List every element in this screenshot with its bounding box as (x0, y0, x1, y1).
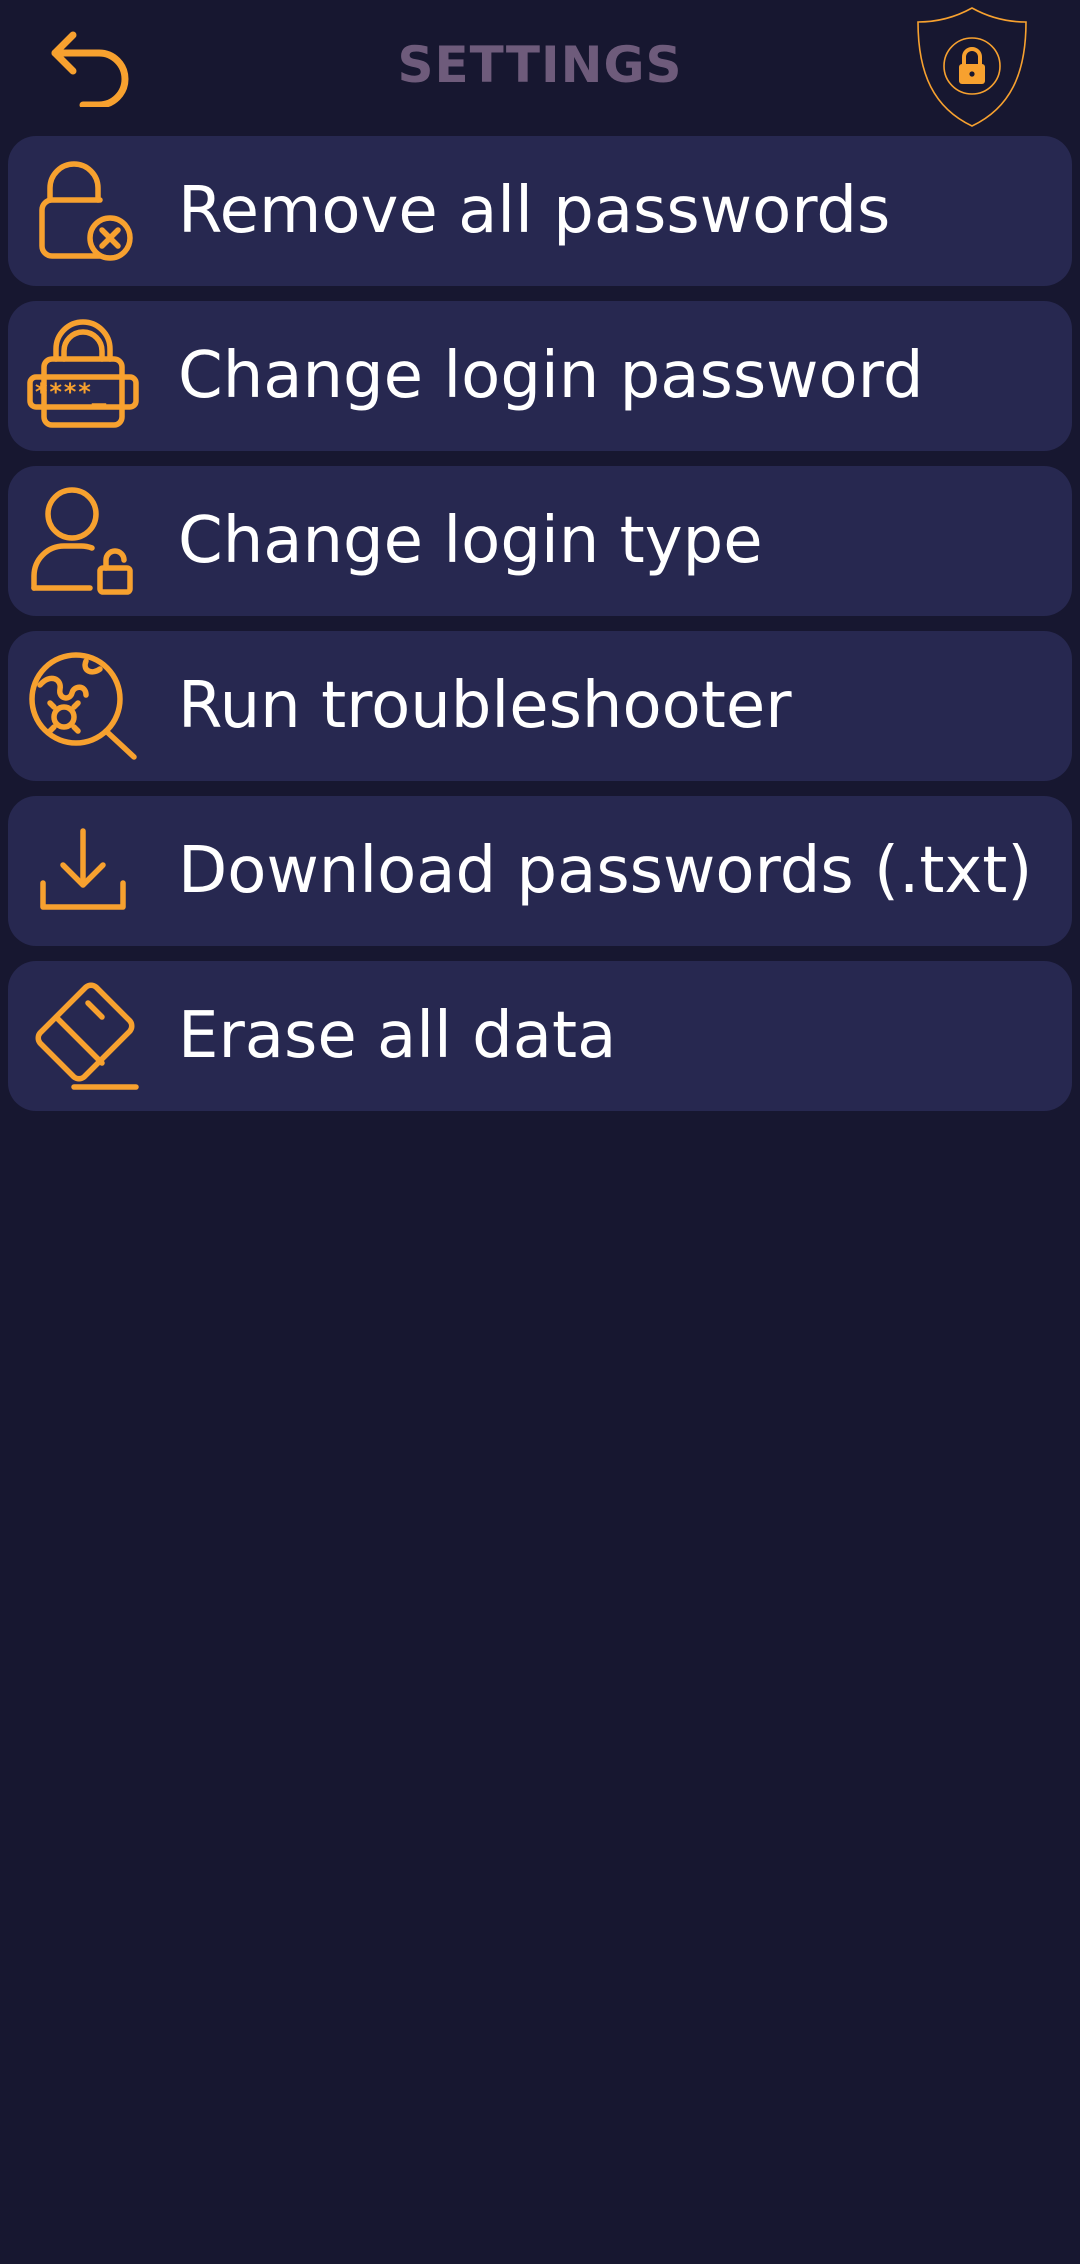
shield-lock-icon (917, 7, 1027, 127)
svg-text:****_: ****_ (34, 378, 107, 406)
remove-all-passwords-button[interactable]: Remove all passwords (8, 136, 1072, 286)
header: SETTINGS (0, 0, 1080, 134)
shield-badge (912, 4, 1032, 130)
run-troubleshooter-button[interactable]: Run troubleshooter (8, 631, 1072, 781)
settings-menu: Remove all passwords ****_ Change login … (8, 136, 1072, 1126)
menu-item-label: Remove all passwords (178, 174, 891, 248)
change-login-type-button[interactable]: Change login type (8, 466, 1072, 616)
lock-password-icon: ****_ (27, 319, 139, 428)
user-lock-icon (31, 487, 133, 595)
eraser-icon (35, 982, 139, 1090)
menu-item-label: Change login type (178, 504, 763, 578)
menu-item-label: Download passwords (.txt) (178, 834, 1033, 908)
erase-all-data-button[interactable]: Erase all data (8, 961, 1072, 1111)
menu-item-label: Run troubleshooter (178, 669, 792, 743)
globe-search-icon (29, 652, 137, 760)
menu-item-label: Change login password (178, 339, 924, 413)
download-icon (40, 828, 126, 910)
change-login-password-button[interactable]: ****_ Change login password (8, 301, 1072, 451)
download-passwords-button[interactable]: Download passwords (.txt) (8, 796, 1072, 946)
lock-remove-icon (39, 161, 133, 261)
settings-screen: SETTINGS Remove all passwords ****_ Chan… (0, 0, 1080, 2264)
menu-item-label: Erase all data (178, 999, 617, 1073)
